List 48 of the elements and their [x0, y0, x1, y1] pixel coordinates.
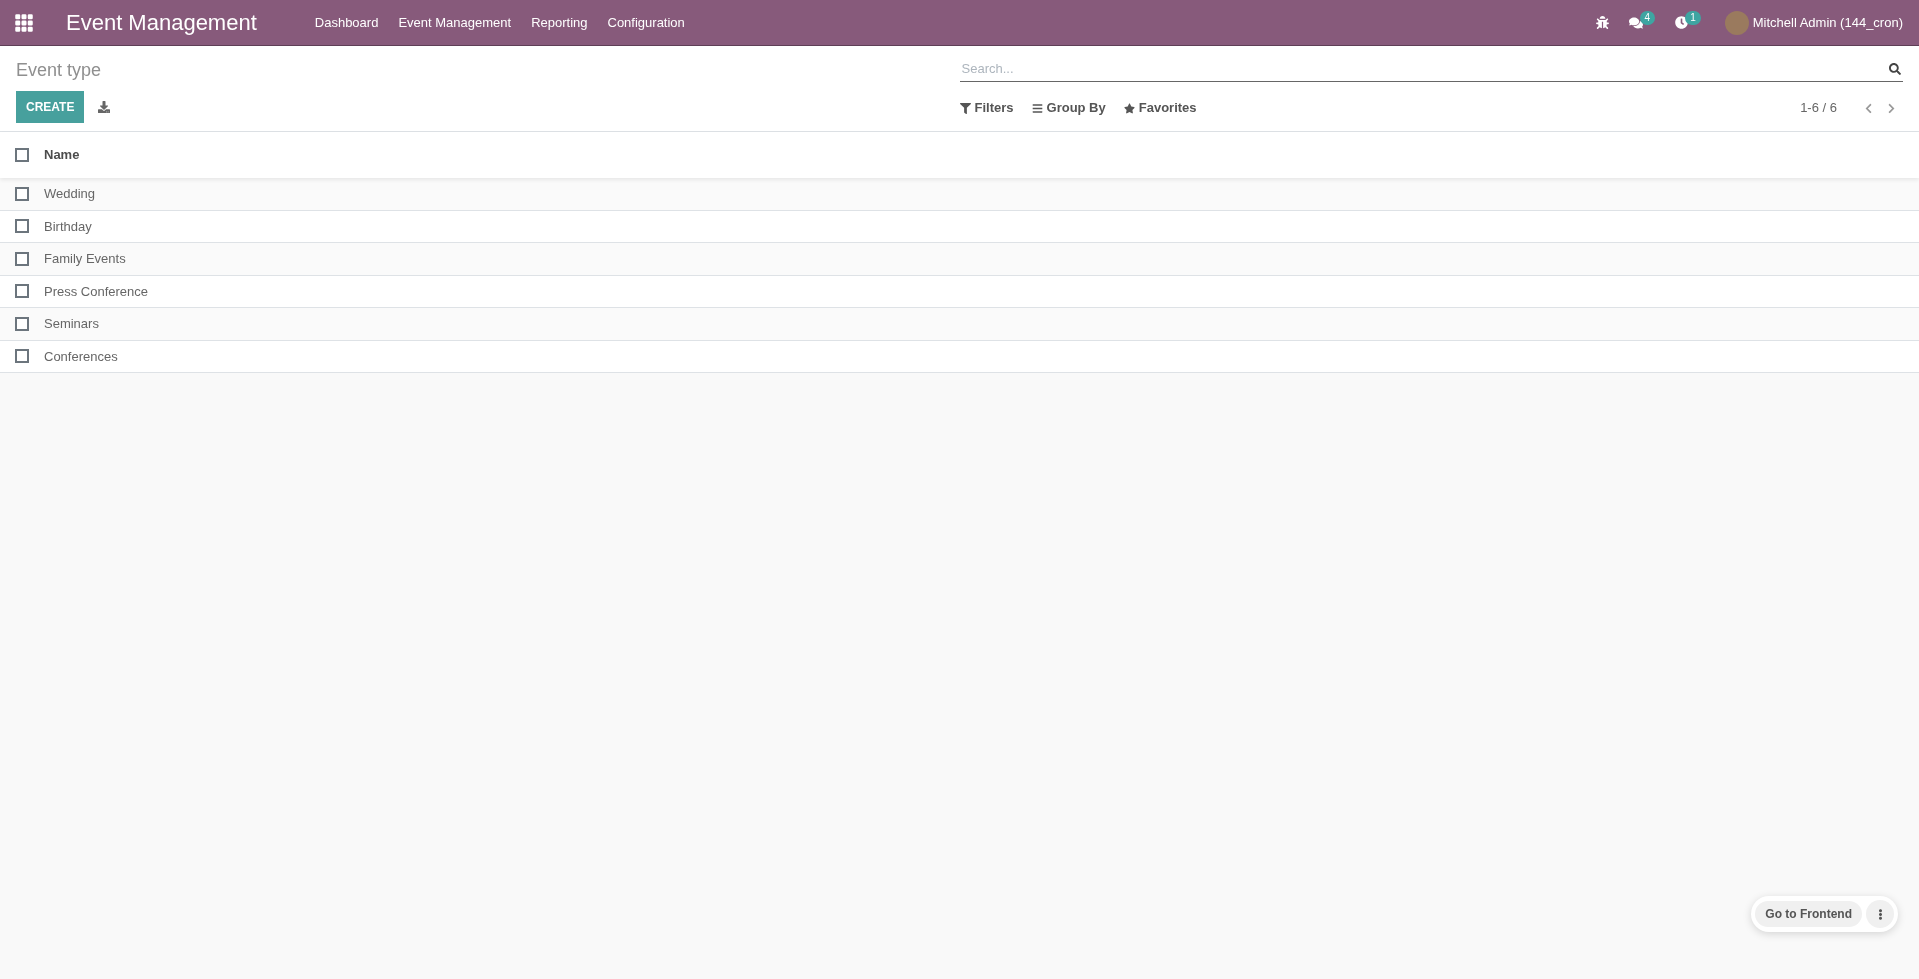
- menu-item[interactable]: Reporting: [521, 0, 598, 45]
- search-option-button[interactable]: Favorites: [1123, 98, 1197, 118]
- filter-icon: [959, 102, 971, 114]
- chevron-right-icon: [1886, 102, 1897, 114]
- clock-icon: [1675, 16, 1689, 29]
- grid-icon: [14, 12, 34, 33]
- breadcrumb: Event type: [16, 59, 103, 82]
- search-option-button[interactable]: Group By: [1031, 98, 1106, 118]
- table-cell-text: Wedding: [44, 185, 96, 203]
- menu-item[interactable]: Configuration: [597, 0, 695, 45]
- more-button[interactable]: [1866, 900, 1894, 928]
- table-cell-text: Birthday: [44, 217, 92, 236]
- checkbox[interactable]: [15, 148, 29, 162]
- chat-icon: [1628, 15, 1643, 30]
- search-icon: [1889, 62, 1901, 75]
- table-cell-text: Seminars: [44, 315, 99, 333]
- table-cell-text: Conferences: [44, 347, 118, 366]
- pager-value: 1-6 / 6: [1800, 99, 1837, 118]
- table-row[interactable]: Birthday: [0, 210, 1919, 243]
- checkbox[interactable]: [15, 251, 29, 266]
- table-row[interactable]: Press Conference: [0, 275, 1919, 308]
- checkbox[interactable]: [15, 219, 29, 234]
- avatar: [1724, 10, 1749, 35]
- download-icon: [98, 101, 111, 113]
- bug-icon: [1595, 16, 1609, 29]
- table-row[interactable]: Conferences: [0, 340, 1919, 373]
- checkbox[interactable]: [15, 316, 29, 331]
- create-button[interactable]: CREATE: [16, 91, 85, 123]
- activity-count-badge: 1: [1685, 10, 1701, 25]
- checkbox[interactable]: [15, 349, 29, 364]
- search-option-button[interactable]: Filters: [959, 98, 1014, 118]
- user-menu-button[interactable]: Mitchell Admin (144_cron): [1710, 0, 1919, 45]
- table-cell-text: Family Events: [44, 250, 126, 268]
- messages-button[interactable]: 4: [1618, 0, 1666, 45]
- menu-item[interactable]: Dashboard: [304, 0, 389, 45]
- message-count-badge: 4: [1639, 10, 1656, 25]
- checkbox[interactable]: [15, 284, 29, 299]
- activities-button[interactable]: 1: [1665, 0, 1711, 45]
- app-title: Event Management: [66, 9, 257, 37]
- list-icon: [1031, 102, 1043, 114]
- search-field[interactable]: Search...: [959, 58, 1889, 79]
- chevron-left-icon: [1863, 102, 1874, 114]
- menu-item[interactable]: Event Management: [388, 0, 522, 45]
- star-icon: [1123, 102, 1135, 114]
- checkbox[interactable]: [15, 186, 29, 201]
- go-to-frontend-button[interactable]: Go to Frontend: [1755, 901, 1862, 927]
- column-header[interactable]: Name: [44, 145, 80, 165]
- table-cell-text: Press Conference: [44, 282, 149, 301]
